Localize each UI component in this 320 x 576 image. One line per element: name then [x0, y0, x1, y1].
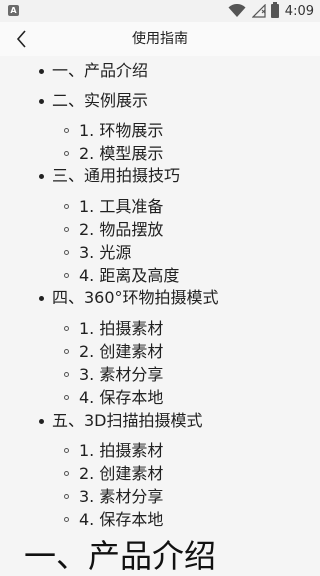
toc-link[interactable]: 4. 保存本地 — [79, 388, 163, 407]
toc-bullet — [39, 296, 44, 301]
toc-sub-bullet — [64, 494, 69, 499]
app-header: 使用指南 — [0, 22, 320, 56]
toc-sub-bullet — [64, 326, 69, 331]
toc-sub-bullet — [64, 151, 69, 156]
toc-bullet — [39, 69, 44, 74]
toc-bullet — [39, 174, 44, 179]
toc-subitem[interactable]: 2. 创建素材 — [79, 465, 163, 483]
toc-link[interactable]: 三、通用拍摄技巧 — [52, 166, 180, 185]
toc-subitem[interactable]: 3. 素材分享 — [79, 366, 163, 384]
toc-sub-bullet — [64, 517, 69, 522]
toc-link[interactable]: 2. 创建素材 — [79, 342, 163, 361]
toc-link[interactable]: 2. 物品摆放 — [79, 220, 163, 239]
wifi-icon — [228, 4, 246, 17]
toc-bullet — [39, 419, 44, 424]
toc-sub-bullet — [64, 372, 69, 377]
app-notification-icon: A — [8, 5, 19, 16]
guide-content: 一、产品介绍 二、实例展示 1. 环物展示 2. 模型展示 三、通用拍摄技巧 1… — [0, 56, 320, 576]
section-heading: 一、产品介绍 — [24, 537, 217, 575]
toc-sub-bullet — [64, 250, 69, 255]
toc-subitem[interactable]: 1. 工具准备 — [79, 198, 163, 216]
toc-link[interactable]: 3. 素材分享 — [79, 365, 163, 384]
back-button[interactable] — [10, 26, 36, 52]
toc-item-3[interactable]: 三、通用拍摄技巧 — [52, 167, 180, 185]
status-time: 4:09 — [284, 3, 314, 19]
toc-link[interactable]: 4. 距离及高度 — [79, 266, 179, 285]
toc-link[interactable]: 1. 拍摄素材 — [79, 441, 163, 460]
status-bar: A 4:09 — [0, 0, 320, 22]
toc-link[interactable]: 2. 模型展示 — [79, 144, 163, 163]
toc-link[interactable]: 1. 拍摄素材 — [79, 319, 163, 338]
toc-subitem[interactable]: 1. 拍摄素材 — [79, 320, 163, 338]
toc-item-2[interactable]: 二、实例展示 — [52, 92, 148, 110]
toc-sub-bullet — [64, 128, 69, 133]
page-title: 使用指南 — [132, 31, 188, 47]
toc-item-5[interactable]: 五、3D扫描拍摄模式 — [52, 412, 203, 430]
toc-item-1[interactable]: 一、产品介绍 — [52, 62, 148, 80]
toc-subitem[interactable]: 2. 物品摆放 — [79, 221, 163, 239]
toc-link[interactable]: 二、实例展示 — [52, 91, 148, 110]
signal-icon — [251, 4, 266, 18]
toc-link[interactable]: 一、产品介绍 — [52, 61, 148, 80]
toc-subitem[interactable]: 3. 素材分享 — [79, 488, 163, 506]
toc-item-4[interactable]: 四、360°环物拍摄模式 — [52, 289, 219, 307]
toc-link[interactable]: 2. 创建素材 — [79, 464, 163, 483]
toc-sub-bullet — [64, 349, 69, 354]
toc-sub-bullet — [64, 227, 69, 232]
toc-sub-bullet — [64, 448, 69, 453]
toc-subitem[interactable]: 1. 环物展示 — [79, 122, 163, 140]
toc-subitem[interactable]: 3. 光源 — [79, 244, 131, 262]
toc-subitem[interactable]: 2. 创建素材 — [79, 343, 163, 361]
toc-link[interactable]: 1. 环物展示 — [79, 121, 163, 140]
toc-link[interactable]: 四、360°环物拍摄模式 — [52, 288, 219, 307]
toc-subitem[interactable]: 4. 距离及高度 — [79, 267, 179, 285]
toc-subitem[interactable]: 2. 模型展示 — [79, 145, 163, 163]
toc-subitem[interactable]: 4. 保存本地 — [79, 389, 163, 407]
toc-subitem[interactable]: 4. 保存本地 — [79, 511, 163, 529]
toc-subitem[interactable]: 1. 拍摄素材 — [79, 442, 163, 460]
toc-bullet — [39, 99, 44, 104]
toc-sub-bullet — [64, 204, 69, 209]
toc-sub-bullet — [64, 273, 69, 278]
toc-link[interactable]: 3. 素材分享 — [79, 487, 163, 506]
toc-sub-bullet — [64, 471, 69, 476]
toc-sub-bullet — [64, 395, 69, 400]
toc-link[interactable]: 4. 保存本地 — [79, 510, 163, 529]
chevron-left-icon — [16, 30, 26, 48]
toc-link[interactable]: 五、3D扫描拍摄模式 — [52, 411, 203, 430]
battery-icon — [270, 2, 279, 18]
toc-link[interactable]: 1. 工具准备 — [79, 197, 163, 216]
toc-link[interactable]: 3. 光源 — [79, 243, 131, 262]
